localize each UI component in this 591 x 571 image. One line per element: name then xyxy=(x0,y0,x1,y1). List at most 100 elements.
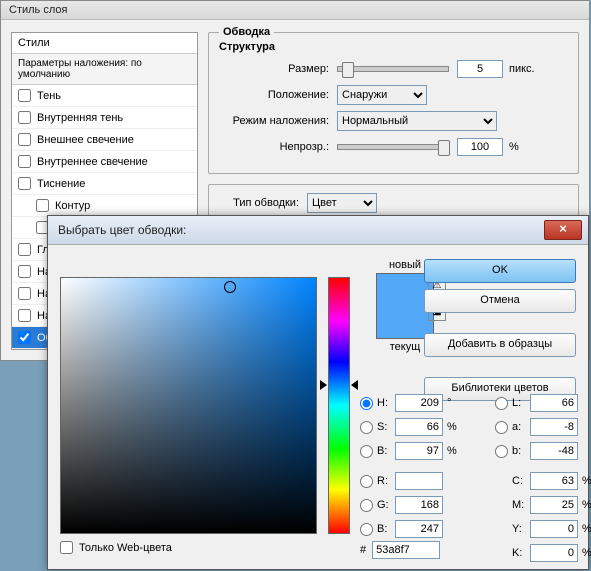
size-slider[interactable] xyxy=(337,66,449,72)
style-item-checkbox[interactable] xyxy=(18,89,31,102)
style-item-label: Внутреннее свечение xyxy=(37,156,148,168)
stroke-fieldset: Обводка Структура Размер: пикс. Положени… xyxy=(208,32,579,174)
style-item-checkbox[interactable] xyxy=(18,155,31,168)
saturation-brightness-field[interactable] xyxy=(60,277,317,534)
c-unit: % xyxy=(582,475,591,487)
g-input[interactable] xyxy=(395,496,443,514)
c-label: C: xyxy=(512,475,530,487)
s-input[interactable] xyxy=(395,418,443,436)
a-label: a: xyxy=(512,421,530,433)
lab-b-input[interactable] xyxy=(530,442,578,460)
style-item-checkbox[interactable] xyxy=(18,265,31,278)
style-item-checkbox[interactable] xyxy=(18,111,31,124)
a-input[interactable] xyxy=(530,418,578,436)
sb-cursor[interactable] xyxy=(224,281,236,293)
layer-style-titlebar[interactable]: Стиль слоя xyxy=(1,1,589,20)
style-item-checkbox[interactable] xyxy=(18,331,31,344)
k-input[interactable] xyxy=(530,544,578,562)
opacity-label: Непрозр.: xyxy=(219,141,329,153)
fill-type-label: Тип обводки: xyxy=(219,197,299,209)
r-radio[interactable] xyxy=(360,475,373,488)
b-label: B: xyxy=(377,445,395,457)
ok-button[interactable]: OK xyxy=(424,259,576,283)
a-radio[interactable] xyxy=(495,421,508,434)
m-label: M: xyxy=(512,499,530,511)
styles-header: Стили xyxy=(12,33,197,54)
size-input[interactable] xyxy=(457,60,503,78)
style-item-checkbox[interactable] xyxy=(18,287,31,300)
close-button[interactable]: × xyxy=(544,220,582,240)
y-input[interactable] xyxy=(530,520,578,538)
s-unit: % xyxy=(447,421,463,433)
r-label: R: xyxy=(377,475,395,487)
blend-select[interactable]: Нормальный xyxy=(337,111,497,131)
layer-style-title: Стиль слоя xyxy=(9,4,67,16)
y-label: Y: xyxy=(512,523,530,535)
color-picker-title: Выбрать цвет обводки: xyxy=(54,223,544,237)
style-item-checkbox[interactable] xyxy=(18,133,31,146)
close-icon: × xyxy=(559,221,567,236)
bch-input[interactable] xyxy=(395,520,443,538)
hue-indicator-left-icon xyxy=(320,380,327,390)
b-input[interactable] xyxy=(395,442,443,460)
h-unit: ° xyxy=(447,397,463,409)
hue-strip[interactable] xyxy=(328,277,350,534)
m-input[interactable] xyxy=(530,496,578,514)
style-item-label: Тень xyxy=(37,90,61,102)
color-picker-titlebar[interactable]: Выбрать цвет обводки: × xyxy=(48,216,588,245)
style-item-checkbox[interactable] xyxy=(36,199,49,212)
g-radio[interactable] xyxy=(360,499,373,512)
hex-input[interactable] xyxy=(372,541,440,559)
style-item-checkbox[interactable] xyxy=(18,177,31,190)
style-item-4[interactable]: Тиснение xyxy=(12,173,197,195)
color-picker-dialog: Выбрать цвет обводки: × новый текущ ⚠ ◪ … xyxy=(47,215,589,570)
k-unit: % xyxy=(582,547,591,559)
l-label: L: xyxy=(512,397,530,409)
k-label: K: xyxy=(512,547,530,559)
l-radio[interactable] xyxy=(495,397,508,410)
style-item-1[interactable]: Внутренняя тень xyxy=(12,107,197,129)
b-unit: % xyxy=(447,445,463,457)
lab-b-radio[interactable] xyxy=(495,445,508,458)
style-item-checkbox[interactable] xyxy=(18,309,31,322)
style-item-checkbox[interactable] xyxy=(18,243,31,256)
style-item-5[interactable]: Контур xyxy=(12,195,197,217)
web-colors-label: Только Web-цвета xyxy=(79,542,172,554)
add-to-swatches-button[interactable]: Добавить в образцы xyxy=(424,333,576,357)
fill-type-select[interactable]: Цвет xyxy=(307,193,377,213)
cancel-button[interactable]: Отмена xyxy=(424,289,576,313)
m-unit: % xyxy=(582,499,591,511)
h-label: H: xyxy=(377,397,395,409)
web-colors-checkbox[interactable] xyxy=(60,541,73,554)
style-item-2[interactable]: Внешнее свечение xyxy=(12,129,197,151)
hue-indicator-right-icon xyxy=(351,380,358,390)
s-radio[interactable] xyxy=(360,421,373,434)
style-item-label: Контур xyxy=(55,200,90,212)
r-input[interactable] xyxy=(395,472,443,490)
style-item-label: Внутренняя тень xyxy=(37,112,123,124)
h-radio[interactable] xyxy=(360,397,373,410)
lab-b-label: b: xyxy=(512,445,530,457)
style-item-label: Тиснение xyxy=(37,178,85,190)
opacity-unit: % xyxy=(509,141,519,153)
opacity-slider[interactable] xyxy=(337,144,449,150)
b-radio[interactable] xyxy=(360,445,373,458)
h-input[interactable] xyxy=(395,394,443,412)
position-select[interactable]: Снаружи xyxy=(337,85,427,105)
style-item-label: Внешнее свечение xyxy=(37,134,134,146)
s-label: S: xyxy=(377,421,395,433)
opacity-input[interactable] xyxy=(457,138,503,156)
blending-params-row[interactable]: Параметры наложения: по умолчанию xyxy=(12,54,197,85)
structure-heading: Структура xyxy=(219,41,568,53)
style-item-0[interactable]: Тень xyxy=(12,85,197,107)
stroke-group-title: Обводка xyxy=(219,26,274,38)
position-label: Положение: xyxy=(219,89,329,101)
y-unit: % xyxy=(582,523,591,535)
hex-hash-label: # xyxy=(360,544,366,556)
c-input[interactable] xyxy=(530,472,578,490)
l-input[interactable] xyxy=(530,394,578,412)
g-label: G: xyxy=(377,499,395,511)
style-item-3[interactable]: Внутреннее свечение xyxy=(12,151,197,173)
bch-label: B: xyxy=(377,523,395,535)
bch-radio[interactable] xyxy=(360,523,373,536)
